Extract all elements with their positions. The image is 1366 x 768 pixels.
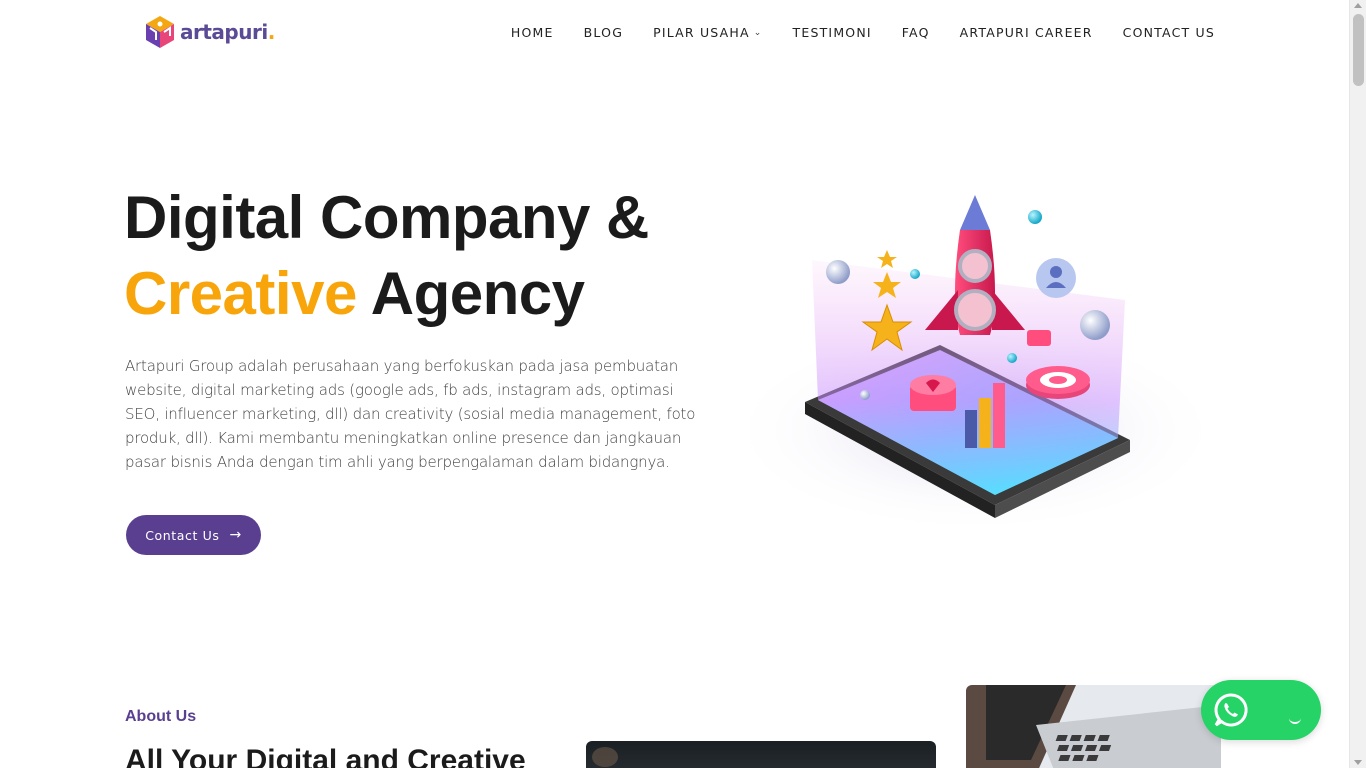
main-nav: HOME BLOG PILAR USAHA ⌄ TESTIMONI FAQ AR… [481, 25, 1215, 40]
contact-us-button-label: Contact Us [145, 527, 220, 543]
nav-item-home[interactable]: HOME [511, 25, 554, 40]
contact-us-button[interactable]: Contact Us → [126, 515, 261, 555]
brand-logo[interactable]: artapuri. [142, 13, 275, 51]
loading-indicator [1289, 716, 1301, 724]
nav-item-faq[interactable]: FAQ [902, 25, 930, 40]
brand-name: artapuri. [180, 20, 275, 44]
chevron-down-icon: ⌄ [753, 27, 763, 38]
scroll-down-icon[interactable] [1354, 760, 1362, 765]
page-scrollbar[interactable] [1349, 0, 1366, 768]
hero-title-line1: Digital Company & [124, 184, 649, 251]
about-image-dark [586, 741, 936, 768]
artapuri-cube-logo-icon [146, 16, 174, 48]
about-heading: All Your Digital and Creative [125, 744, 526, 768]
scroll-up-icon[interactable] [1354, 3, 1362, 8]
arrow-right-icon: → [229, 527, 242, 543]
about-label: About Us [125, 708, 197, 725]
whatsapp-chat-button[interactable] [1201, 680, 1321, 740]
nav-item-artapuri-career[interactable]: ARTAPURI CAREER [960, 25, 1093, 40]
nav-item-blog[interactable]: BLOG [584, 25, 623, 40]
scroll-thumb[interactable] [1353, 14, 1364, 86]
hero-title-rest: Agency [370, 260, 585, 327]
nav-item-testimoni[interactable]: TESTIMONI [793, 25, 872, 40]
about-image-laptop [966, 685, 1221, 768]
hero-description: Artapuri Group adalah perusahaan yang be… [125, 357, 696, 471]
rocket-on-tablet-illustration [720, 180, 1230, 540]
nav-item-pilar-usaha[interactable]: PILAR USAHA ⌄ [653, 25, 762, 40]
whatsapp-icon [1214, 693, 1248, 727]
hero-title-accent: Creative [124, 260, 357, 327]
nav-item-contact-us[interactable]: CONTACT US [1123, 25, 1215, 40]
site-header: artapuri. HOME BLOG PILAR USAHA ⌄ TESTIM… [0, 0, 1349, 68]
hero-title: Digital Company & Creative Agency [124, 180, 649, 332]
